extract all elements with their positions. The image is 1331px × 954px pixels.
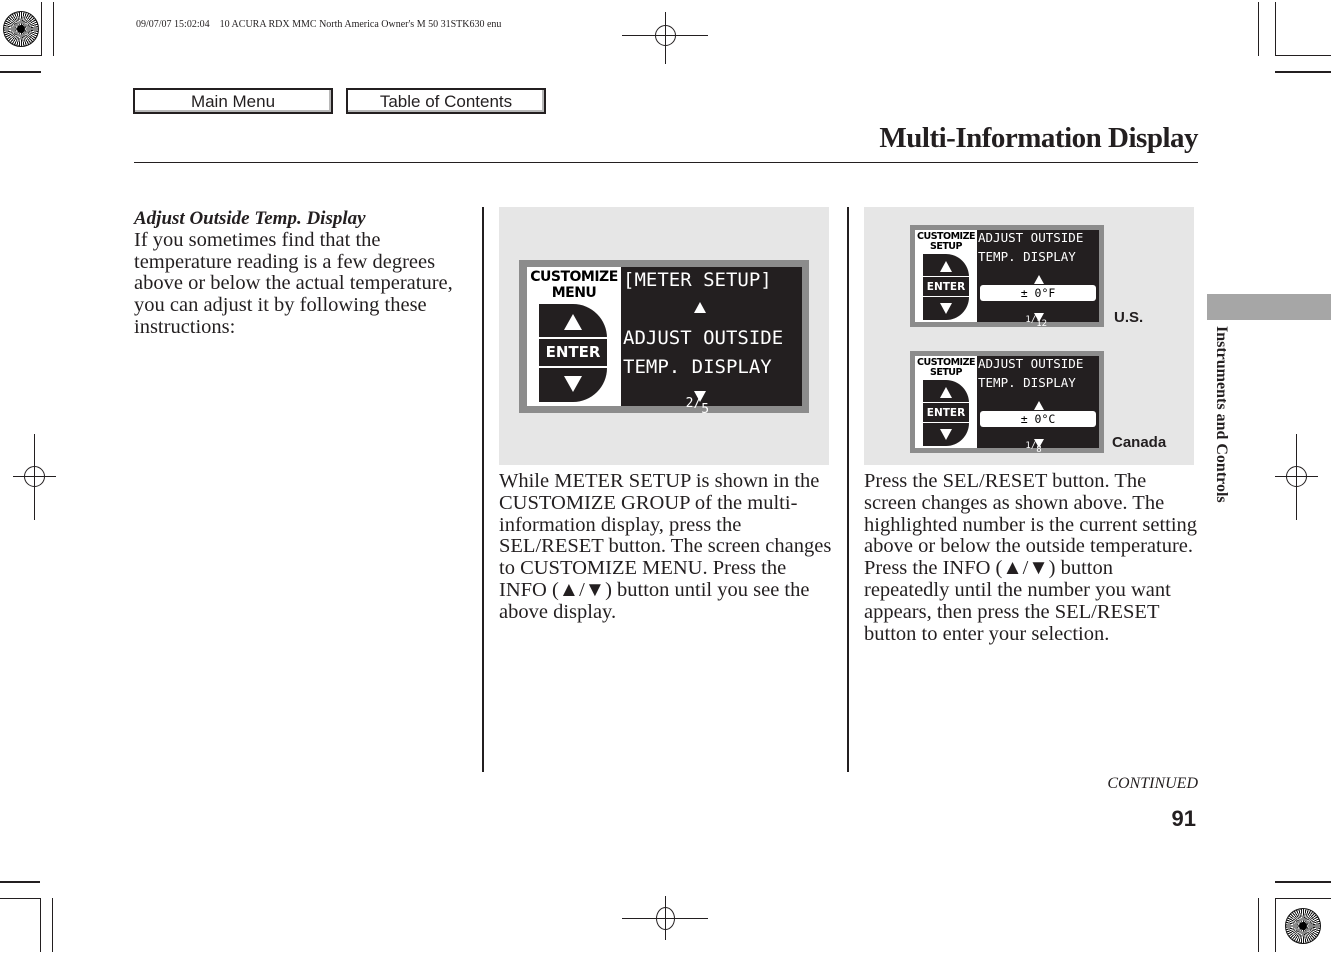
continued-label: CONTINUED [1107, 775, 1198, 792]
up-arrow-icon [694, 302, 706, 313]
crop-mark [1275, 881, 1331, 883]
crop-mark [1275, 898, 1276, 952]
page-number: 91 [1171, 806, 1196, 831]
lcd-line: TEMP. DISPLAY [623, 356, 772, 378]
down-arrow-icon [564, 376, 582, 392]
crosshair-circle-icon [1286, 466, 1307, 487]
temp-offset-value: ± 0°C [980, 411, 1096, 427]
section-heading: Adjust Outside Temp. Display [134, 208, 366, 229]
lcd-line: ADJUST OUTSIDE [623, 327, 784, 349]
up-arrow-icon [940, 387, 952, 398]
crop-mark [1258, 898, 1259, 952]
region-label-canada: Canada [1112, 434, 1167, 451]
down-arrow-icon [940, 303, 952, 314]
crop-mark [1275, 55, 1331, 56]
column-1: Adjust Outside Temp. Display If you some… [134, 208, 474, 339]
crop-mark [1258, 2, 1259, 56]
page-title: Multi-Information Display [879, 122, 1198, 154]
column-2-paragraph: While METER SETUP is shown in the CUSTOM… [499, 470, 832, 623]
column-divider [482, 207, 484, 772]
dpad-icon: ENTER [539, 304, 607, 402]
enter-label: ENTER [545, 343, 601, 361]
crop-mark [41, 2, 42, 56]
dpad-icon: ENTER [923, 254, 969, 320]
table-of-contents-button[interactable]: Table of Contents [346, 88, 546, 114]
column-3-paragraph: Press the SEL/RESET button. The screen c… [864, 470, 1198, 645]
crop-mark [0, 881, 40, 883]
lcd-mode-label: MENU [551, 285, 597, 301]
lcd-page-indicator: 1/8 [1025, 441, 1042, 455]
down-arrow-icon [694, 391, 706, 402]
crop-mark [0, 898, 41, 899]
registration-starburst-icon [1285, 908, 1321, 944]
crop-mark [0, 55, 41, 56]
crop-mark [40, 898, 41, 952]
crop-mark [1275, 898, 1331, 899]
lcd-screen-us: CUSTOMIZE SETUP ENTER ADJUST OUTSIDE TEM… [910, 225, 1104, 329]
crosshair-circle-icon [655, 25, 676, 46]
registration-starburst-icon [3, 11, 39, 47]
crop-mark [0, 71, 41, 73]
temp-offset-value: ± 0°F [980, 285, 1096, 301]
up-arrow-icon [1034, 401, 1044, 410]
region-label-us: U.S. [1114, 309, 1144, 326]
figure-adjust-temp: CUSTOMIZE SETUP ENTER ADJUST OUTSIDE TEM… [864, 207, 1194, 465]
crop-mark [1275, 2, 1276, 56]
up-arrow-icon [940, 261, 952, 272]
lcd-line: [METER SETUP] [623, 269, 772, 291]
lcd-mode-label: CUSTOMIZE [530, 269, 618, 285]
crop-mark [52, 898, 53, 952]
intro-paragraph: If you sometimes find that the temperatu… [134, 228, 453, 338]
figure-customize-menu: CUSTOMIZE MENU ENTER [METER SETUP] ADJUS… [499, 207, 829, 465]
crosshair-circle-icon [656, 907, 675, 930]
lcd-screen-canada: CUSTOMIZE SETUP ENTER ADJUST OUTSIDE TEM… [910, 351, 1104, 455]
crop-mark [53, 2, 54, 56]
crop-mark [1275, 71, 1331, 73]
lcd-right-panel: [METER SETUP] ADJUST OUTSIDE TEMP. DISPL… [621, 267, 802, 416]
lcd-left-panel: CUSTOMIZE MENU ENTER [527, 267, 621, 406]
section-tab [1207, 294, 1331, 320]
dpad-icon: ENTER [923, 380, 969, 446]
print-header: 09/07/07 15:02:04 10 ACURA RDX MMC North… [136, 19, 502, 30]
down-arrow-icon [1034, 439, 1044, 448]
title-divider [134, 162, 1198, 163]
up-arrow-icon [564, 314, 582, 330]
section-tab-label: Instruments and Controls [1213, 326, 1230, 503]
column-divider [847, 207, 849, 772]
crosshair-circle-icon [24, 466, 45, 487]
down-arrow-icon [940, 429, 952, 440]
down-arrow-icon [1034, 313, 1044, 322]
up-arrow-icon [1034, 275, 1044, 284]
main-menu-button[interactable]: Main Menu [133, 88, 333, 114]
lcd-screen: CUSTOMIZE MENU ENTER [METER SETUP] ADJUS… [519, 260, 809, 416]
